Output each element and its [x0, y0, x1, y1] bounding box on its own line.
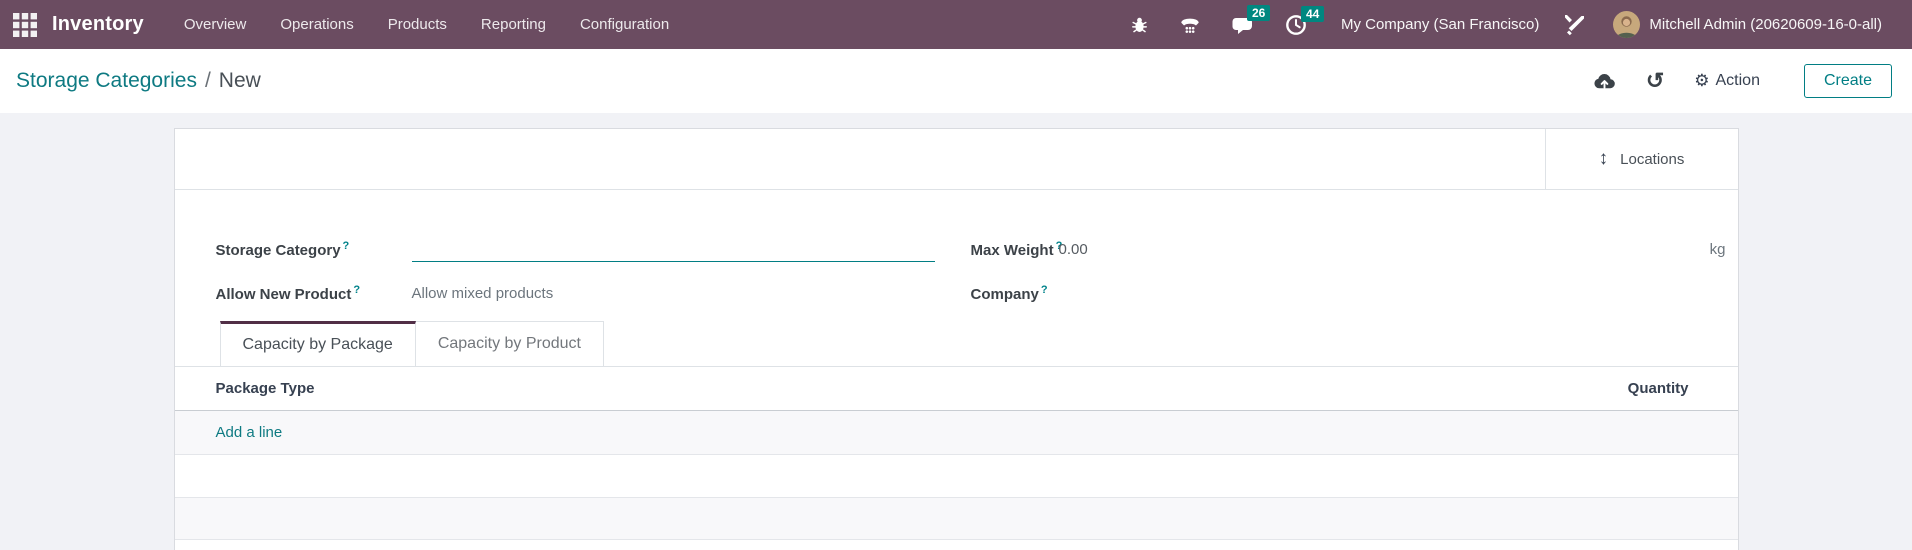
apps-menu-icon[interactable]: [12, 12, 38, 38]
notebook-tabs: Capacity by Package Capacity by Product: [175, 321, 1738, 367]
tools-wrench-icon[interactable]: [1563, 13, 1587, 37]
user-avatar[interactable]: [1613, 11, 1640, 38]
storage-category-row: Storage Category?: [216, 227, 963, 271]
tab-capacity-by-product[interactable]: Capacity by Product: [416, 321, 604, 366]
breadcrumb-parent-link[interactable]: Storage Categories: [16, 69, 197, 93]
activities-count-badge: 44: [1301, 6, 1324, 22]
messages-count-badge: 26: [1247, 5, 1270, 21]
max-weight-unit: kg: [1710, 241, 1726, 258]
breadcrumb-separator: /: [205, 69, 211, 93]
company-row: Company?: [971, 271, 1726, 315]
main-menu: Overview Operations Products Reporting C…: [184, 16, 669, 33]
max-weight-input[interactable]: 0.00: [1059, 241, 1088, 258]
form-fields: Storage Category? Allow New Product? All…: [175, 190, 1738, 315]
action-menu-label: Action: [1716, 72, 1760, 90]
help-icon[interactable]: ?: [1041, 284, 1048, 296]
smart-button-box: ↕ Locations: [175, 129, 1738, 190]
menu-operations[interactable]: Operations: [280, 16, 353, 33]
storage-category-label: Storage Category?: [216, 240, 412, 259]
storage-category-input[interactable]: [412, 236, 935, 262]
create-button[interactable]: Create: [1804, 64, 1892, 98]
activities-clock-icon[interactable]: 44: [1285, 14, 1307, 36]
arrows-vertical-icon: ↕: [1599, 148, 1609, 170]
save-cloud-icon[interactable]: [1593, 70, 1616, 93]
locations-smart-button[interactable]: ↕ Locations: [1545, 129, 1738, 189]
locations-button-label: Locations: [1620, 151, 1684, 168]
control-panel: Storage Categories / New ↺ ⚙ Action Crea…: [0, 49, 1912, 113]
empty-list-row: [175, 455, 1738, 498]
discard-undo-icon[interactable]: ↺: [1646, 71, 1664, 91]
top-navbar: Inventory Overview Operations Products R…: [0, 0, 1912, 49]
action-menu-button[interactable]: ⚙ Action: [1694, 71, 1760, 91]
debug-bug-icon[interactable]: [1130, 15, 1149, 34]
tab-capacity-by-package[interactable]: Capacity by Package: [220, 321, 416, 366]
voip-phone-icon[interactable]: [1179, 14, 1201, 36]
company-label: Company?: [971, 284, 1059, 303]
form-sheet: ↕ Locations Storage Category? Allow New …: [174, 128, 1739, 550]
page-background: ↕ Locations Storage Category? Allow New …: [0, 113, 1912, 550]
menu-configuration[interactable]: Configuration: [580, 16, 669, 33]
company-input[interactable]: [1059, 280, 1726, 306]
add-line-row: Add a line: [175, 411, 1738, 455]
column-quantity[interactable]: Quantity: [1438, 380, 1738, 397]
control-panel-buttons: ↺ ⚙ Action Create: [1593, 64, 1892, 98]
help-icon[interactable]: ?: [343, 240, 350, 252]
breadcrumb-current: New: [219, 69, 261, 93]
column-package-type[interactable]: Package Type: [175, 380, 1438, 397]
help-icon[interactable]: ?: [353, 284, 360, 296]
empty-list-row: [175, 498, 1738, 540]
list-header: Package Type Quantity: [175, 367, 1738, 411]
max-weight-row: Max Weight? 0.00 kg: [971, 227, 1726, 271]
max-weight-label: Max Weight?: [971, 240, 1059, 259]
app-title[interactable]: Inventory: [52, 13, 144, 36]
menu-overview[interactable]: Overview: [184, 16, 247, 33]
navbar-systray: 26 44 My Company (San Francisco) Mitchel…: [1100, 11, 1882, 38]
menu-products[interactable]: Products: [388, 16, 447, 33]
user-menu[interactable]: Mitchell Admin (20620609-16-0-all): [1649, 16, 1882, 33]
company-switcher[interactable]: My Company (San Francisco): [1341, 16, 1539, 33]
breadcrumb: Storage Categories / New: [16, 69, 261, 93]
menu-reporting[interactable]: Reporting: [481, 16, 546, 33]
messages-chat-icon[interactable]: 26: [1231, 13, 1255, 37]
add-a-line-link[interactable]: Add a line: [216, 424, 283, 441]
allow-new-product-label: Allow New Product?: [216, 284, 412, 303]
allow-new-product-row: Allow New Product? Allow mixed products: [216, 271, 963, 315]
gear-icon: ⚙: [1694, 71, 1709, 91]
allow-new-product-select[interactable]: Allow mixed products: [412, 285, 554, 302]
